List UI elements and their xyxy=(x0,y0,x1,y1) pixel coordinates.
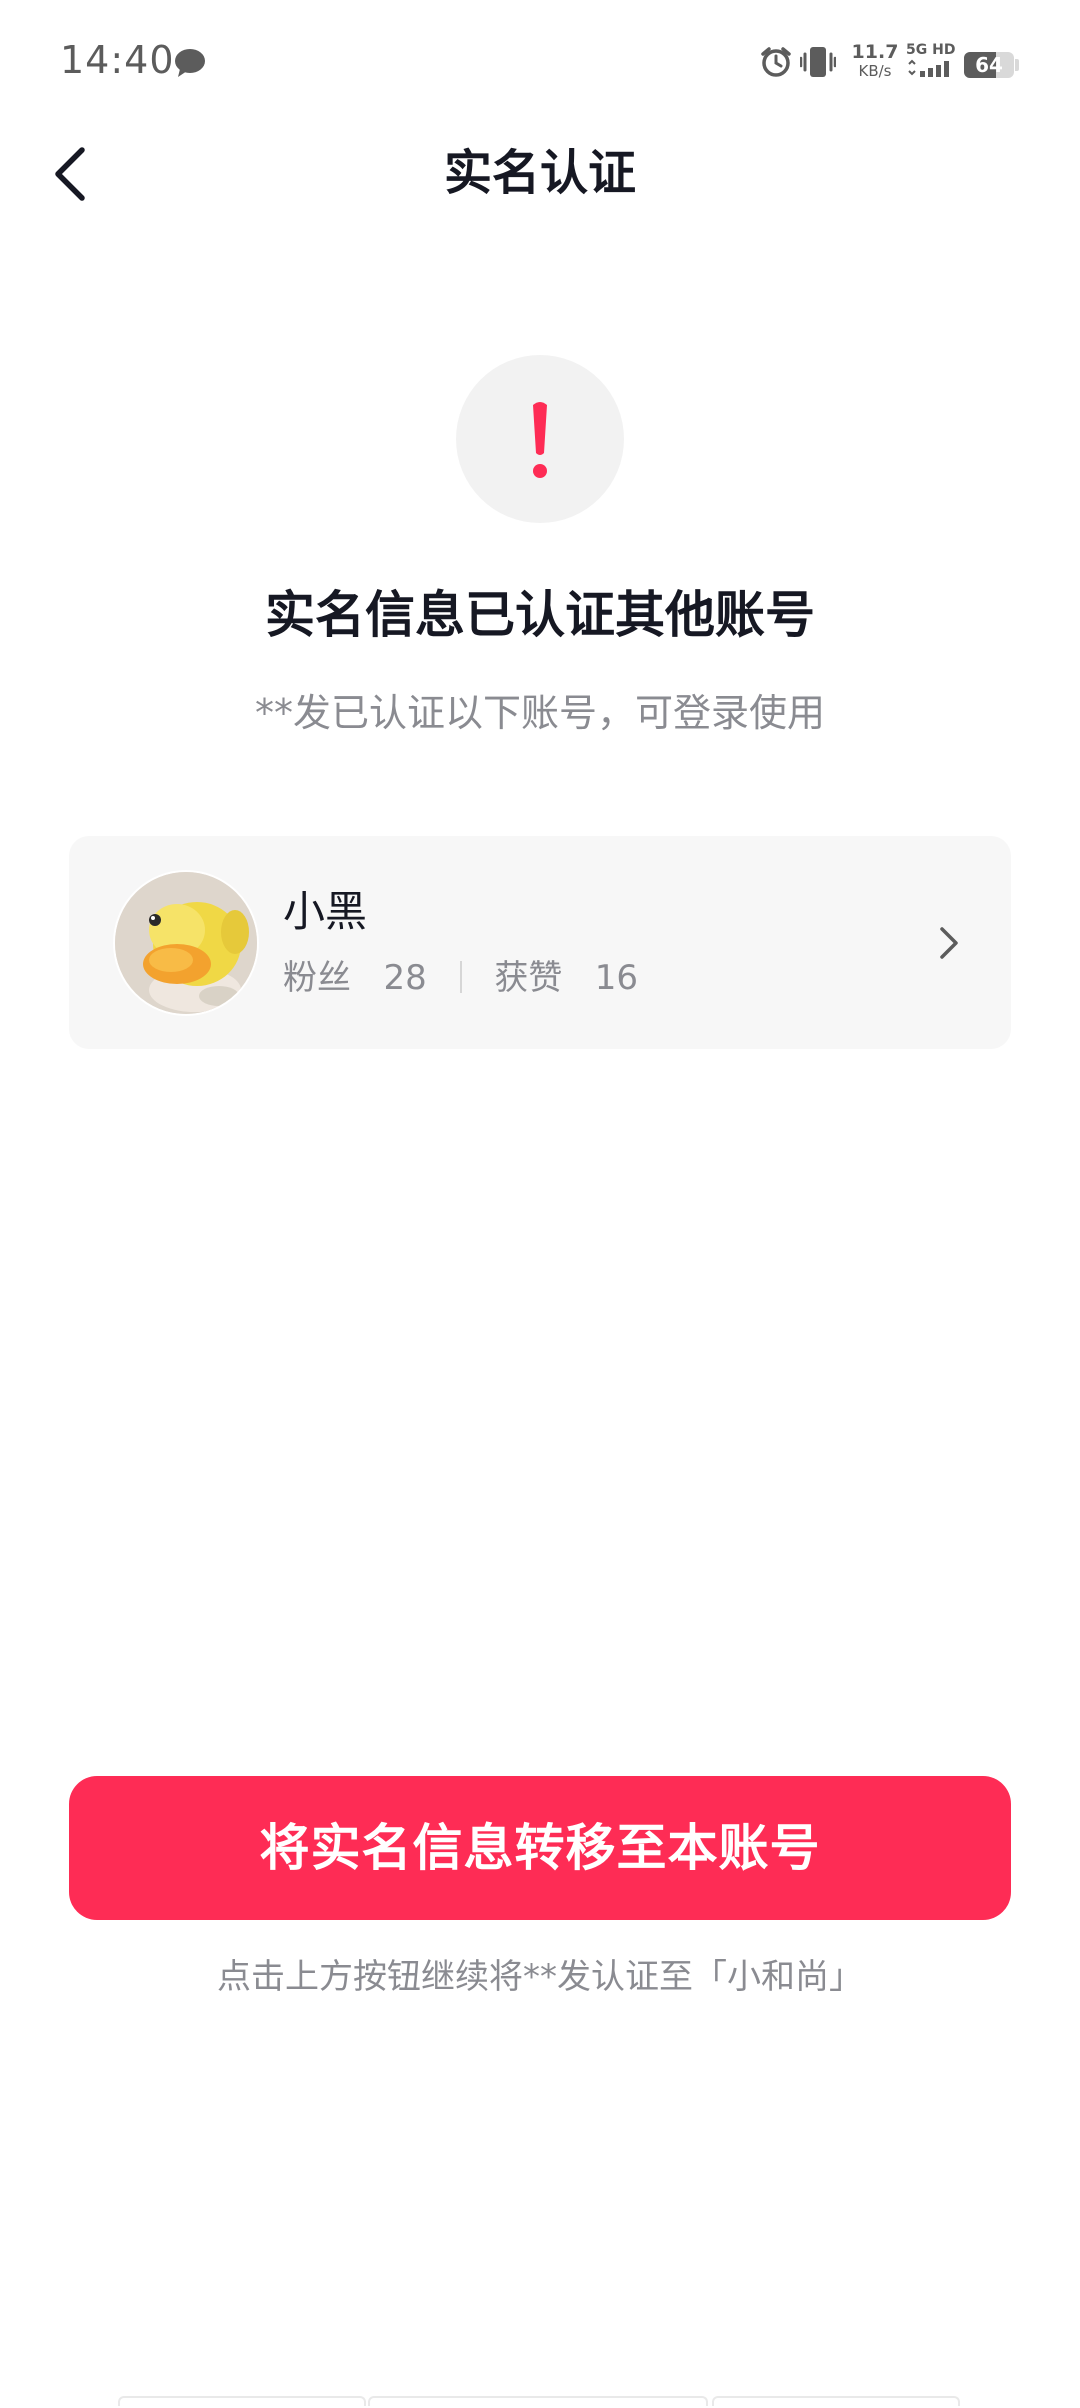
bottom-segment xyxy=(368,2396,708,2406)
likes-label: 获赞 xyxy=(494,958,563,998)
account-card[interactable]: 小黑 粉丝 28 获赞 16 xyxy=(69,836,1011,1049)
likes-count: 16 xyxy=(594,958,639,998)
page-title: 实名认证 xyxy=(443,145,636,201)
network-speed-unit: KB/s xyxy=(858,62,892,80)
transfer-verification-button[interactable]: 将实名信息转移至本账号 xyxy=(69,1776,1011,1920)
network-speed: 11.7 KB/s xyxy=(850,42,900,80)
avatar xyxy=(113,870,259,1016)
battery-cap xyxy=(1015,59,1019,71)
stats-divider xyxy=(459,961,462,993)
account-name: 小黑 xyxy=(283,887,368,936)
fans-label: 粉丝 xyxy=(283,958,351,998)
network-type-label: 5G HD xyxy=(906,42,956,58)
notice-headline: 实名信息已认证其他账号 xyxy=(265,586,815,644)
account-stats: 粉丝 28 获赞 16 xyxy=(283,954,638,1002)
duck-avatar-image xyxy=(115,872,257,1014)
fans-count: 28 xyxy=(383,958,427,998)
status-time: 14:40 xyxy=(60,38,175,82)
network-speed-value: 11.7 xyxy=(851,41,899,63)
action-hint: 点击上方按钮继续将**发认证至「小和尚」 xyxy=(217,1957,863,1997)
chevron-right-icon xyxy=(937,924,961,966)
signal-bars-icon xyxy=(908,59,949,77)
screen: 14:40 11.7 KB/s 5G HD 64 实名认证 实名信息已认证其他账… xyxy=(0,0,1080,2408)
battery-level: 64 xyxy=(975,53,1003,77)
status-bar: 14:40 11.7 KB/s 5G HD 64 xyxy=(0,0,1080,120)
battery-icon: 64 xyxy=(964,52,1014,78)
signal-indicator: 5G HD xyxy=(906,42,956,82)
warning-badge xyxy=(456,355,624,523)
alarm-icon xyxy=(760,46,792,82)
bottom-segment xyxy=(118,2396,366,2406)
vibrate-icon xyxy=(799,45,837,83)
bottom-segment xyxy=(712,2396,960,2406)
chat-bubble-icon xyxy=(174,48,206,82)
exclamation-icon xyxy=(533,402,547,478)
notice-subline: **发已认证以下账号，可登录使用 xyxy=(254,691,825,735)
